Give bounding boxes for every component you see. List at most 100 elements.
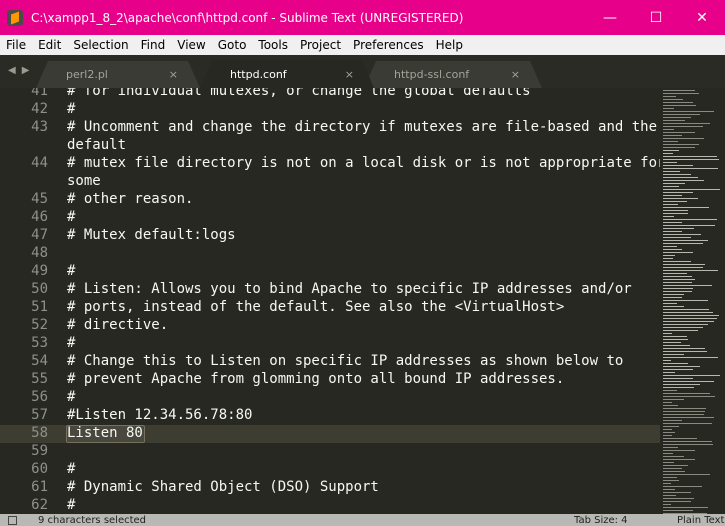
minimap-line	[663, 141, 678, 142]
code-line: #Listen 12.34.56.78:80	[67, 407, 253, 423]
tab-httpd-ssl-conf[interactable]: httpd-ssl.conf ×	[372, 61, 538, 88]
minimap-line	[663, 93, 699, 94]
minimap-line	[663, 468, 682, 469]
minimap-line	[663, 477, 677, 478]
minimap-line	[663, 222, 682, 223]
close-tab-icon[interactable]: ×	[169, 68, 178, 81]
tab-size-button[interactable]: Tab Size: 4	[574, 515, 628, 526]
minimap-line	[663, 390, 677, 391]
minimap-line	[663, 111, 714, 112]
code-line: # directive.	[67, 317, 169, 333]
line-number: 59	[31, 443, 48, 459]
line-number: 42	[31, 101, 48, 117]
panel-toggle-icon[interactable]	[8, 516, 17, 525]
minimap-line	[663, 168, 718, 169]
code-line: #	[67, 209, 76, 225]
minimap-line	[663, 300, 708, 301]
line-number: 51	[31, 299, 48, 315]
minimap-line	[663, 195, 682, 196]
minimap-line	[663, 261, 691, 262]
menu-preferences[interactable]: Preferences	[347, 38, 430, 52]
minimap-line	[663, 411, 705, 412]
minimap-line	[663, 432, 675, 433]
minimap-line	[663, 489, 675, 490]
menu-edit[interactable]: Edit	[32, 38, 67, 52]
minimap-line	[663, 243, 703, 244]
menu-help[interactable]: Help	[430, 38, 469, 52]
menu-view[interactable]: View	[171, 38, 211, 52]
minimap-line	[663, 357, 718, 358]
minimap-line	[663, 492, 691, 493]
line-number: 53	[31, 335, 48, 351]
line-number: 46	[31, 209, 48, 225]
minimap-line	[663, 282, 692, 283]
minimap-line	[663, 294, 684, 295]
line-number: 45	[31, 191, 48, 207]
minimap-line	[663, 231, 682, 232]
line-number: 48	[31, 245, 48, 261]
syntax-button[interactable]: Plain Text	[677, 515, 724, 526]
minimap-line	[663, 99, 683, 100]
minimap-line	[663, 417, 714, 418]
maximize-button[interactable]: ☐	[633, 0, 679, 35]
minimap-line	[663, 372, 675, 373]
minimap-line	[663, 465, 688, 466]
close-tab-icon[interactable]: ×	[511, 68, 520, 81]
minimap-line	[663, 213, 688, 214]
line-number: 47	[31, 227, 48, 243]
minimap-line	[663, 423, 712, 424]
minimap-line	[663, 354, 684, 355]
minimap-line	[663, 228, 694, 229]
minimap-line	[663, 153, 673, 154]
minimap-line	[663, 279, 695, 280]
minimap-line	[663, 348, 705, 349]
minimap-line	[663, 408, 706, 409]
code-line: #	[67, 389, 76, 405]
line-number: 58	[31, 425, 48, 441]
close-button[interactable]: ✕	[679, 0, 725, 35]
line-number: 44	[31, 155, 48, 171]
minimap-line	[663, 405, 678, 406]
minimap-line	[663, 495, 676, 496]
minimap-line	[663, 462, 674, 463]
minimap-line	[663, 108, 674, 109]
minimap-line	[663, 378, 693, 379]
minimap-line	[663, 255, 675, 256]
minimap-line	[663, 270, 718, 271]
minimap-line	[663, 201, 687, 202]
line-number: 56	[31, 389, 48, 405]
minimap-line	[663, 486, 702, 487]
tab-perl2[interactable]: perl2.pl ×	[44, 61, 196, 88]
minimap-line	[663, 387, 694, 388]
code-editor[interactable]: 41 # for individual mutexes, or change th…	[0, 88, 660, 514]
line-number: 43	[31, 119, 48, 135]
code-line: # prevent Apache from glomming onto all …	[67, 371, 565, 387]
menu-file[interactable]: File	[0, 38, 32, 52]
minimap-line	[663, 246, 677, 247]
menu-bar: File Edit Selection Find View Goto Tools…	[0, 35, 725, 55]
title-bar: C:\xampp1_8_2\apache\conf\httpd.conf - S…	[0, 0, 725, 35]
line-number: 49	[31, 263, 48, 279]
menu-project[interactable]: Project	[294, 38, 347, 52]
minimap-line	[663, 402, 672, 403]
minimap-line	[663, 186, 679, 187]
minimap-line	[663, 96, 676, 97]
minimap-line	[663, 90, 695, 91]
menu-goto[interactable]: Goto	[212, 38, 253, 52]
menu-tools[interactable]: Tools	[252, 38, 294, 52]
status-bar: 9 characters selected Tab Size: 4 Plain …	[0, 514, 725, 526]
minimap-line	[663, 327, 703, 328]
minimap-line	[663, 507, 708, 508]
minimap[interactable]	[660, 88, 725, 514]
menu-find[interactable]: Find	[135, 38, 172, 52]
close-tab-icon[interactable]: ×	[345, 68, 354, 81]
minimap-line	[663, 453, 673, 454]
minimap-line	[663, 138, 704, 139]
tab-httpd-conf[interactable]: httpd.conf ×	[208, 61, 372, 88]
tab-label: perl2.pl	[66, 68, 108, 81]
minimap-line	[663, 393, 710, 394]
minimize-button[interactable]: —	[587, 0, 633, 35]
minimap-line	[663, 498, 694, 499]
minimap-line	[663, 159, 719, 160]
menu-selection[interactable]: Selection	[67, 38, 134, 52]
